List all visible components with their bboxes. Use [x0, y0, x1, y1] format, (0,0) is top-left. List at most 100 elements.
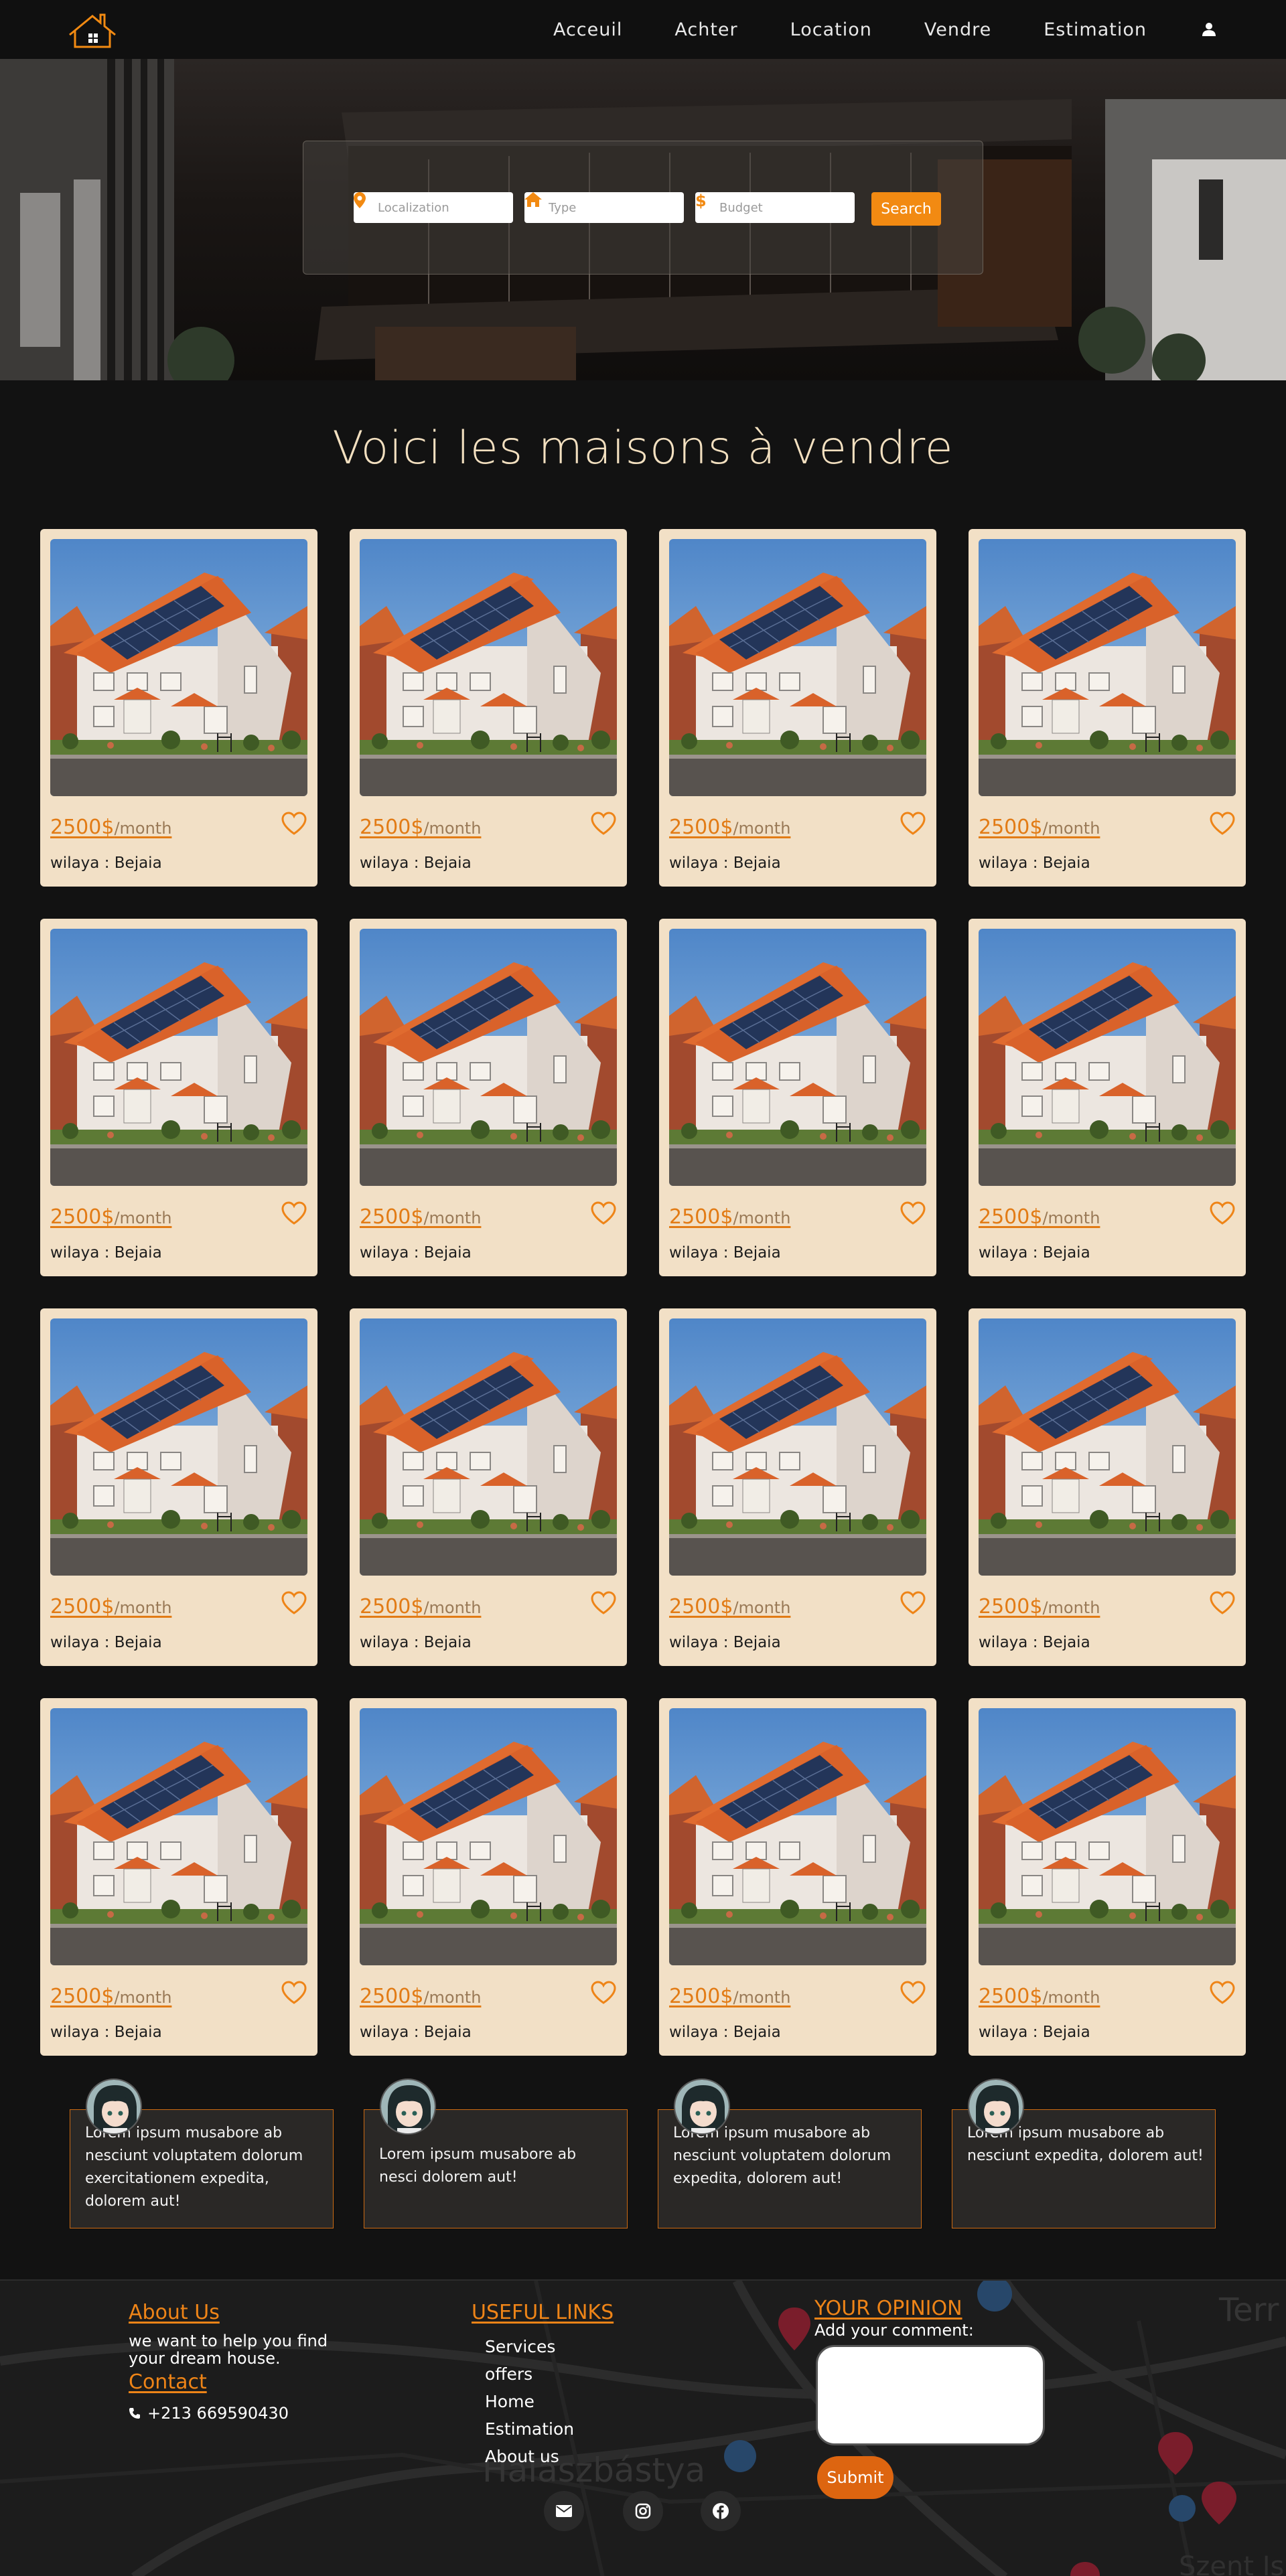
- contact-phone[interactable]: +213 669590430: [129, 2404, 289, 2423]
- listing-card[interactable]: 2500$/month wilaya : Bejaia: [350, 1698, 627, 2056]
- house-photo[interactable]: [669, 1318, 926, 1576]
- listing-price[interactable]: 2500$/month: [979, 1985, 1100, 2008]
- search-button[interactable]: Search: [871, 192, 941, 226]
- listing-price[interactable]: 2500$/month: [979, 1595, 1100, 1618]
- price-period: /month: [733, 1598, 791, 1617]
- footer-link-about-us[interactable]: About us: [485, 2447, 559, 2466]
- listing-card[interactable]: 2500$/month wilaya : Bejaia: [40, 1308, 317, 1666]
- budget-field[interactable]: $: [695, 192, 855, 223]
- listing-price[interactable]: 2500$/month: [360, 1595, 481, 1618]
- listing-card[interactable]: 2500$/month wilaya : Bejaia: [659, 1308, 936, 1666]
- listing-card[interactable]: 2500$/month wilaya : Bejaia: [40, 1698, 317, 2056]
- listing-card[interactable]: 2500$/month wilaya : Bejaia: [969, 529, 1246, 887]
- submit-button[interactable]: Submit: [817, 2456, 894, 2499]
- heart-icon[interactable]: [900, 1201, 926, 1225]
- listing-card[interactable]: 2500$/month wilaya : Bejaia: [969, 1698, 1246, 2056]
- listing-card[interactable]: 2500$/month wilaya : Bejaia: [659, 1698, 936, 2056]
- house-photo[interactable]: [50, 929, 307, 1186]
- listing-price[interactable]: 2500$/month: [979, 1205, 1100, 1229]
- listing-price[interactable]: 2500$/month: [50, 1205, 171, 1229]
- envelope-icon[interactable]: [544, 2491, 584, 2531]
- house-photo[interactable]: [50, 539, 307, 796]
- listing-location: wilaya : Bejaia: [50, 854, 162, 872]
- heart-icon[interactable]: [1209, 1981, 1236, 2005]
- home-icon: [524, 192, 549, 217]
- nav-link-acceuil[interactable]: Acceuil: [553, 19, 622, 40]
- listing-card[interactable]: 2500$/month wilaya : Bejaia: [969, 919, 1246, 1276]
- heart-icon[interactable]: [1209, 1591, 1236, 1615]
- nav-link-estimation[interactable]: Estimation: [1044, 19, 1147, 40]
- dollar-icon: $: [695, 192, 719, 217]
- house-photo[interactable]: [979, 929, 1236, 1186]
- facebook-icon[interactable]: [701, 2491, 741, 2531]
- heart-icon[interactable]: [1209, 1201, 1236, 1225]
- nav-link-vendre[interactable]: Vendre: [924, 19, 991, 40]
- heart-icon[interactable]: [281, 1201, 307, 1225]
- listing-price[interactable]: 2500$/month: [669, 1595, 790, 1618]
- listing-price[interactable]: 2500$/month: [360, 1205, 481, 1229]
- listing-card[interactable]: 2500$/month wilaya : Bejaia: [350, 919, 627, 1276]
- house-photo[interactable]: [360, 1318, 617, 1576]
- listing-card[interactable]: 2500$/month wilaya : Bejaia: [659, 529, 936, 887]
- listing-card[interactable]: 2500$/month wilaya : Bejaia: [350, 529, 627, 887]
- footer-link-services[interactable]: Services: [485, 2337, 555, 2356]
- listing-price[interactable]: 2500$/month: [360, 1985, 481, 2008]
- listing-price[interactable]: 2500$/month: [669, 1985, 790, 2008]
- heart-icon[interactable]: [590, 1201, 617, 1225]
- footer-link-estimation[interactable]: Estimation: [485, 2419, 574, 2439]
- footer-link-offers[interactable]: offers: [485, 2364, 532, 2384]
- house-photo[interactable]: [979, 539, 1236, 796]
- listing-card[interactable]: 2500$/month wilaya : Bejaia: [350, 1308, 627, 1666]
- listing-card[interactable]: 2500$/month wilaya : Bejaia: [659, 919, 936, 1276]
- listing-price[interactable]: 2500$/month: [50, 1595, 171, 1618]
- heart-icon[interactable]: [281, 1981, 307, 2005]
- heart-icon[interactable]: [590, 812, 617, 836]
- house-photo[interactable]: [360, 929, 617, 1186]
- house-photo[interactable]: [669, 1708, 926, 1965]
- listing-card[interactable]: 2500$/month wilaya : Bejaia: [40, 919, 317, 1276]
- heart-icon[interactable]: [900, 1591, 926, 1615]
- comment-textarea[interactable]: [816, 2345, 1045, 2445]
- house-photo[interactable]: [360, 539, 617, 796]
- listing-card[interactable]: 2500$/month wilaya : Bejaia: [969, 1308, 1246, 1666]
- house-photo[interactable]: [979, 1708, 1236, 1965]
- listing-price[interactable]: 2500$/month: [360, 816, 481, 839]
- house-logo-icon[interactable]: [67, 12, 118, 50]
- heart-icon[interactable]: [590, 1591, 617, 1615]
- nav-link-achter[interactable]: Achter: [674, 19, 737, 40]
- budget-input[interactable]: [719, 200, 847, 215]
- listing-price[interactable]: 2500$/month: [669, 1205, 790, 1229]
- listing-price[interactable]: 2500$/month: [50, 816, 171, 839]
- heart-icon[interactable]: [590, 1981, 617, 2005]
- price-period: /month: [1042, 1598, 1100, 1617]
- nav-link-location[interactable]: Location: [790, 19, 872, 40]
- heart-icon[interactable]: [900, 1981, 926, 2005]
- user-icon[interactable]: [1199, 19, 1219, 40]
- type-field[interactable]: [524, 192, 684, 223]
- footer-link-home[interactable]: Home: [485, 2392, 534, 2411]
- listing-location: wilaya : Bejaia: [669, 2024, 781, 2041]
- house-photo[interactable]: [669, 539, 926, 796]
- listing-price[interactable]: 2500$/month: [979, 816, 1100, 839]
- heart-icon[interactable]: [281, 812, 307, 836]
- heart-icon[interactable]: [1209, 812, 1236, 836]
- avatar: [968, 2078, 1024, 2135]
- heart-icon[interactable]: [281, 1591, 307, 1615]
- localization-input[interactable]: [378, 200, 505, 215]
- house-photo[interactable]: [50, 1708, 307, 1965]
- house-photo[interactable]: [360, 1708, 617, 1965]
- localization-field[interactable]: [354, 192, 513, 223]
- house-photo[interactable]: [669, 929, 926, 1186]
- listing-grid: 2500$/month wilaya : Bejaia 2500$/month …: [40, 529, 1246, 2056]
- house-photo[interactable]: [50, 1318, 307, 1576]
- type-input[interactable]: [549, 200, 676, 215]
- listing-price[interactable]: 2500$/month: [50, 1985, 171, 2008]
- listing-price[interactable]: 2500$/month: [669, 816, 790, 839]
- price-period: /month: [1042, 1209, 1100, 1227]
- price-amount: 2500$: [979, 816, 1043, 839]
- price-period: /month: [1042, 819, 1100, 838]
- listing-card[interactable]: 2500$/month wilaya : Bejaia: [40, 529, 317, 887]
- heart-icon[interactable]: [900, 812, 926, 836]
- instagram-icon[interactable]: [623, 2491, 663, 2531]
- house-photo[interactable]: [979, 1318, 1236, 1576]
